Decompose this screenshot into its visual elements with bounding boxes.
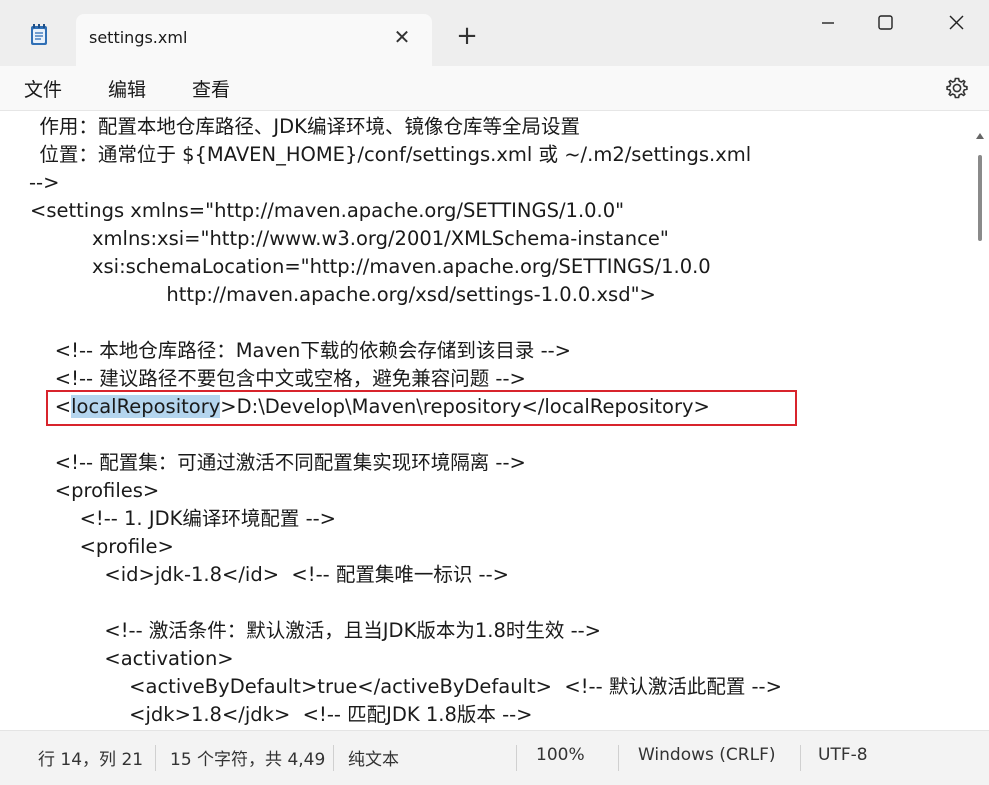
status-divider (333, 745, 334, 771)
title-bar: settings.xml ✕ + (0, 0, 989, 66)
text-editor[interactable]: 作用：配置本地仓库路径、JDK编译环境、镜像仓库等全局设置 位置：通常位于 ${… (0, 111, 989, 730)
code-line: 位置：通常位于 ${MAVEN_HOME}/conf/settings.xml … (27, 143, 752, 166)
code-line: <activation> (30, 647, 234, 670)
code-indent: < (30, 395, 72, 418)
minimize-icon[interactable] (805, 8, 851, 38)
menu-edit[interactable]: 编辑 (108, 75, 146, 102)
notepad-icon (31, 24, 47, 45)
status-divider (618, 745, 619, 771)
code-line: <!-- 配置集：可通过激活不同配置集实现环境隔离 --> (30, 451, 526, 474)
new-tab-button[interactable]: + (454, 23, 480, 50)
code-line: <settings xmlns="http://maven.apache.org… (30, 199, 625, 222)
code-line: <jdk>1.8</jdk> <!-- 匹配JDK 1.8版本 --> (30, 703, 533, 726)
code-line: <!-- 本地仓库路径：Maven下载的依赖会存储到该目录 --> (30, 339, 572, 362)
tab-title: settings.xml (89, 28, 188, 47)
code-line: <id>jdk-1.8</id> <!-- 配置集唯一标识 --> (30, 563, 509, 586)
text-selection: localRepository (71, 395, 221, 418)
menu-bar: 文件 编辑 查看 (0, 66, 989, 111)
settings-gear-icon[interactable] (943, 74, 971, 102)
status-divider (516, 745, 517, 771)
line-ending[interactable]: Windows (CRLF) (638, 745, 776, 765)
menu-view[interactable]: 查看 (192, 75, 230, 102)
code-line: <profiles> (30, 479, 160, 502)
cursor-position: 行 14，列 21 (38, 750, 144, 770)
text-format: 纯文本 (348, 750, 399, 770)
code-line: xsi:schemaLocation="http://maven.apache.… (30, 255, 711, 278)
tab-settings-xml[interactable]: settings.xml ✕ (76, 14, 432, 66)
code-line: <!-- 激活条件：默认激活，且当JDK版本为1.8时生效 --> (30, 619, 601, 642)
scroll-up-arrow-icon[interactable] (976, 133, 984, 139)
status-bar: 行 14，列 21 15 个字符，共 4,49 纯文本 100% Windows… (0, 730, 989, 785)
maximize-icon[interactable] (862, 8, 908, 38)
code-line-local-repository: <localRepository>D:\Develop\Maven\reposi… (30, 393, 710, 421)
code-line: <!-- 建议路径不要包含中文或空格，避免兼容问题 --> (30, 367, 526, 390)
code-line: <!-- 1. JDK编译环境配置 --> (30, 507, 336, 530)
code-line: <profile> (30, 535, 174, 558)
code-line: xmlns:xsi="http://www.w3.org/2001/XMLSch… (30, 227, 669, 250)
status-divider (800, 745, 801, 771)
code-line: <activeByDefault>true</activeByDefault> … (30, 675, 782, 698)
status-divider (155, 745, 156, 771)
menu-file[interactable]: 文件 (24, 75, 62, 102)
zoom-level[interactable]: 100% (536, 745, 585, 765)
code-line: 作用：配置本地仓库路径、JDK编译环境、镜像仓库等全局设置 (27, 115, 580, 138)
code-rest: >D:\Develop\Maven\repository</localRepos… (220, 395, 710, 418)
character-count: 15 个字符，共 4,49 (170, 750, 326, 770)
encoding[interactable]: UTF-8 (818, 745, 868, 765)
close-window-icon[interactable] (933, 8, 979, 38)
code-line: http://maven.apache.org/xsd/settings-1.0… (30, 283, 656, 306)
code-line: --> (29, 171, 60, 194)
vertical-scrollbar[interactable] (978, 155, 982, 241)
close-tab-icon[interactable]: ✕ (390, 26, 414, 50)
